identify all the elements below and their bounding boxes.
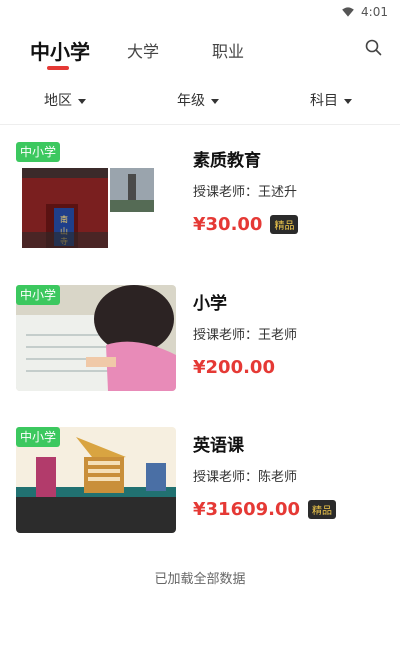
premium-tag: 精品: [308, 500, 337, 519]
tab-vocational[interactable]: 职业: [212, 38, 244, 62]
course-price: ¥200.00: [193, 357, 275, 378]
caret-down-icon: [78, 98, 86, 104]
course-title: 小学: [193, 294, 227, 314]
search-icon[interactable]: [364, 38, 384, 58]
filter-subject-label: 科目: [310, 93, 338, 109]
load-complete-text: 已加载全部数据: [154, 572, 246, 587]
filter-divider: [0, 124, 400, 125]
active-tab-indicator: [47, 66, 69, 70]
course-card[interactable]: 南 山 寺 中小学 素质教育 授课老师：王述升 ¥30.00 精品: [16, 142, 388, 250]
filter-grade[interactable]: 年级: [177, 90, 219, 110]
price-row: ¥30.00 精品: [193, 214, 299, 235]
filter-region-label: 地区: [44, 93, 72, 109]
tab-primary-secondary[interactable]: 中小学: [30, 36, 90, 65]
wifi-icon: [342, 7, 354, 17]
course-card[interactable]: 中小学 英语课 授课老师：陈老师 ¥31609.00 精品: [16, 427, 388, 535]
course-teacher: 授课老师：王老师: [193, 328, 298, 343]
status-bar: 4:01: [0, 0, 400, 24]
premium-tag: 精品: [270, 215, 299, 234]
filter-subject[interactable]: 科目: [310, 90, 352, 110]
svg-text:南: 南: [60, 214, 68, 224]
course-info: 英语课 授课老师：陈老师 ¥31609.00 精品: [193, 427, 337, 520]
category-badge: 中小学: [16, 142, 61, 162]
course-price: ¥31609.00: [193, 499, 301, 520]
course-teacher: 授课老师：陈老师: [193, 470, 298, 485]
course-info: 素质教育 授课老师：王述升 ¥30.00 精品: [193, 142, 299, 235]
category-badge: 中小学: [16, 285, 61, 305]
filter-bar: 地区 年级 科目: [0, 84, 400, 114]
course-card[interactable]: 中小学 小学 授课老师：王老师 ¥200.00: [16, 285, 388, 393]
price-row: ¥200.00: [193, 357, 297, 378]
course-teacher: 授课老师：王述升: [193, 185, 298, 200]
category-tabs: 中小学 大学 职业: [0, 24, 400, 72]
course-title: 英语课: [193, 436, 244, 456]
filter-grade-label: 年级: [177, 93, 205, 109]
caret-down-icon: [344, 98, 352, 104]
status-time: 4:01: [361, 5, 388, 19]
course-info: 小学 授课老师：王老师 ¥200.00: [193, 285, 297, 378]
caret-down-icon: [211, 98, 219, 104]
course-price: ¥30.00: [193, 214, 263, 235]
tab-university[interactable]: 大学: [127, 38, 159, 62]
course-title: 素质教育: [193, 151, 261, 171]
price-row: ¥31609.00 精品: [193, 499, 337, 520]
category-badge: 中小学: [16, 427, 61, 447]
filter-region[interactable]: 地区: [44, 90, 86, 110]
